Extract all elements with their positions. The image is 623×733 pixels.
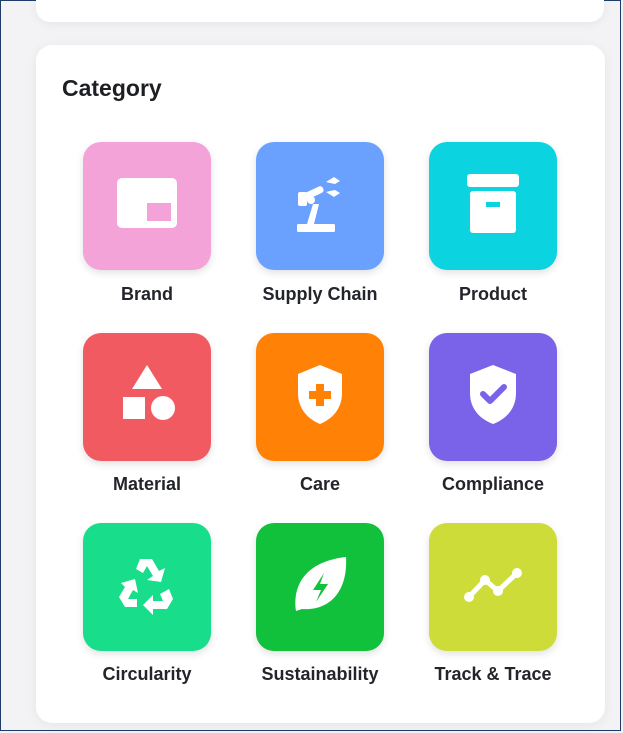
category-tile-brand[interactable] — [83, 142, 211, 270]
category-label-product: Product — [458, 284, 527, 304]
category-label-supply-chain: Supply Chain — [262, 284, 378, 304]
category-tile-product[interactable] — [429, 142, 557, 270]
category-label-care: Care — [299, 474, 341, 494]
section-title: Category — [62, 75, 162, 101]
category-label-compliance: Compliance — [441, 474, 545, 494]
category-label-track-and-trace: Track & Trace — [434, 664, 552, 684]
category-tile-track-and-trace[interactable] — [429, 523, 557, 651]
category-card: Category Brand Supply Chain Product Mate… — [36, 45, 605, 723]
shapes-icon — [107, 355, 187, 440]
category-label-sustainability: Sustainability — [261, 664, 379, 684]
shield-check-icon — [453, 355, 533, 440]
previous-card — [36, 0, 604, 22]
category-label-material: Material — [112, 474, 182, 494]
category-tile-supply-chain[interactable] — [256, 142, 384, 270]
category-tile-compliance[interactable] — [429, 333, 557, 461]
category-label-brand: Brand — [120, 284, 173, 304]
category-tile-material[interactable] — [83, 333, 211, 461]
brand-icon — [107, 164, 187, 249]
category-tile-care[interactable] — [256, 333, 384, 461]
archive-box-icon — [453, 164, 533, 249]
trend-line-icon — [453, 545, 533, 630]
leaf-bolt-icon — [280, 545, 360, 630]
category-tile-sustainability[interactable] — [256, 523, 384, 651]
category-label-circularity: Circularity — [102, 664, 192, 684]
robot-arm-icon — [280, 164, 360, 249]
recycle-icon — [107, 545, 187, 630]
category-tile-circularity[interactable] — [83, 523, 211, 651]
shield-plus-icon — [280, 355, 360, 440]
